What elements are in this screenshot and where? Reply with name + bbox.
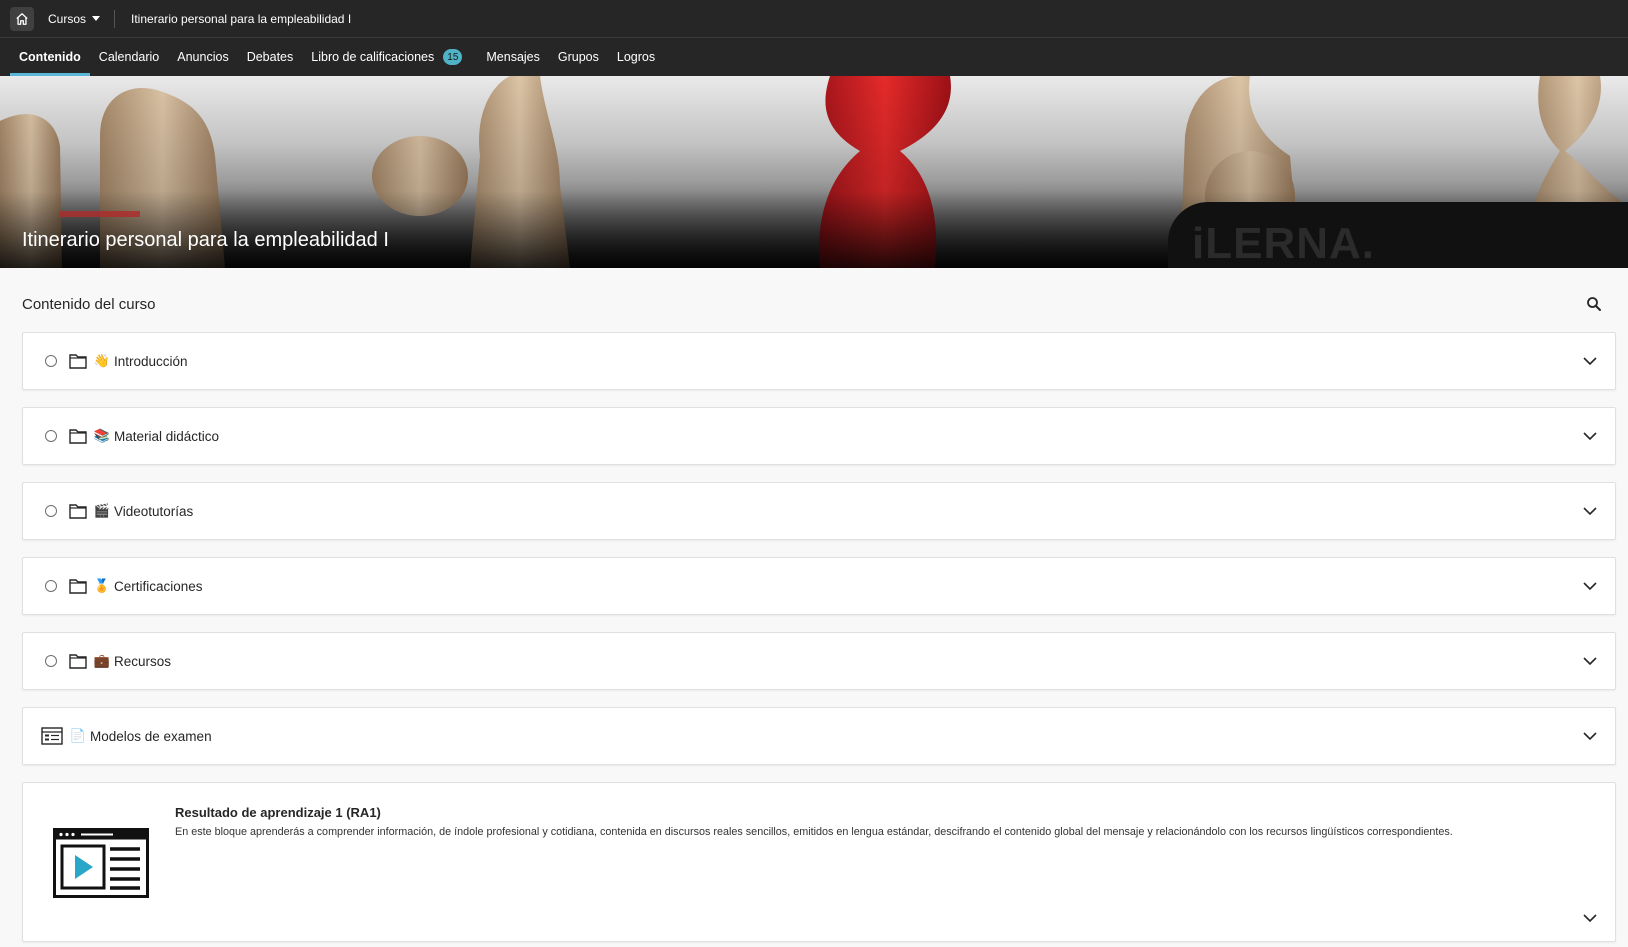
briefcase-icon: 💼 xyxy=(93,653,111,668)
folder-icon xyxy=(69,429,87,444)
content-item-videotutorias[interactable]: 🎬 Videotutorías xyxy=(22,482,1616,540)
chevron-down-icon[interactable] xyxy=(1583,656,1597,666)
content-item-certificaciones[interactable]: 🏅 Certificaciones xyxy=(22,557,1616,615)
page-icon: 📄 xyxy=(69,728,87,743)
progress-radio[interactable] xyxy=(45,505,57,517)
content-title: Contenido del curso xyxy=(22,295,156,313)
folder-icon xyxy=(69,354,87,369)
courses-menu[interactable]: Cursos xyxy=(48,11,101,26)
tab-logros[interactable]: Logros xyxy=(608,38,664,76)
books-icon: 📚 xyxy=(93,428,111,443)
tab-label: Calendario xyxy=(98,50,160,64)
brand-logo: iLERNA. xyxy=(1192,219,1375,268)
divider xyxy=(114,9,116,28)
tab-label: Mensajes xyxy=(486,50,540,64)
content-header: Contenido del curso xyxy=(22,292,1616,316)
courses-label: Cursos xyxy=(48,11,87,26)
course-nav: Contenido Calendario Anuncios Debates Li… xyxy=(0,38,1628,76)
item-title: Material didáctico xyxy=(114,428,220,444)
progress-radio[interactable] xyxy=(45,355,57,367)
folder-icon xyxy=(69,504,87,519)
course-content: Contenido del curso 👋 Introducción 📚 Mat… xyxy=(0,268,1628,942)
tab-label: Logros xyxy=(616,50,656,64)
folder-icon xyxy=(69,654,87,669)
grades-count-badge: 15 xyxy=(443,49,463,65)
content-item-introduccion[interactable]: 👋 Introducción xyxy=(22,332,1616,390)
home-button[interactable] xyxy=(10,6,34,31)
clapper-board-icon: 🎬 xyxy=(93,503,111,518)
folder-icon xyxy=(69,579,87,594)
tab-label: Libro de calificaciones xyxy=(311,50,435,64)
tab-libro-de-calificaciones[interactable]: Libro de calificaciones 15 xyxy=(302,38,471,76)
search-icon[interactable] xyxy=(1586,296,1602,312)
item-title: Videotutorías xyxy=(114,503,194,519)
tab-label: Anuncios xyxy=(177,50,229,64)
item-title: Certificaciones xyxy=(114,578,203,594)
content-item-recursos[interactable]: 💼 Recursos xyxy=(22,632,1616,690)
learning-result-title[interactable]: Resultado de aprendizaje 1 (RA1) xyxy=(175,805,381,820)
content-item-material-didactico[interactable]: 📚 Material didáctico xyxy=(22,407,1616,465)
chevron-down-icon[interactable] xyxy=(1583,581,1597,591)
progress-radio[interactable] xyxy=(45,655,57,667)
tab-debates[interactable]: Debates xyxy=(238,38,303,76)
learning-result-description: En este bloque aprenderás a comprender i… xyxy=(175,826,1453,838)
chevron-down-icon[interactable] xyxy=(1583,431,1597,441)
waving-hand-icon: 👋 xyxy=(93,353,111,368)
video-lesson-icon xyxy=(53,828,149,898)
tab-contenido[interactable]: Contenido xyxy=(10,38,90,76)
tab-label: Debates xyxy=(246,50,294,64)
tab-mensajes[interactable]: Mensajes xyxy=(477,38,549,76)
medal-icon: 🏅 xyxy=(93,578,111,593)
course-banner: iLERNA. Itinerario personal para la empl… xyxy=(0,76,1628,268)
home-icon xyxy=(16,12,28,25)
progress-radio[interactable] xyxy=(45,430,57,442)
chevron-down-icon[interactable] xyxy=(1583,914,1597,923)
breadcrumb-course[interactable]: Itinerario personal para la empleabilida… xyxy=(131,12,351,26)
tab-label: Grupos xyxy=(557,50,599,64)
tab-label: Contenido xyxy=(19,50,81,64)
chevron-down-icon[interactable] xyxy=(1583,506,1597,516)
item-title: Recursos xyxy=(114,653,172,669)
content-item-modelos-de-examen[interactable]: 📄 Modelos de examen xyxy=(22,707,1616,765)
tab-grupos[interactable]: Grupos xyxy=(549,38,608,76)
chevron-down-icon[interactable] xyxy=(1583,356,1597,366)
form-icon xyxy=(41,727,63,745)
item-title: Modelos de examen xyxy=(90,728,212,744)
chevron-down-icon[interactable] xyxy=(1583,731,1597,741)
item-title: Introducción xyxy=(114,353,188,369)
banner-title: Itinerario personal para la empleabilida… xyxy=(22,229,389,251)
learning-result-card[interactable]: Resultado de aprendizaje 1 (RA1) En este… xyxy=(22,782,1616,942)
tab-anuncios[interactable]: Anuncios xyxy=(168,38,237,76)
caret-down-icon xyxy=(92,16,101,21)
top-bar: Cursos Itinerario personal para la emple… xyxy=(0,0,1628,38)
tab-calendario[interactable]: Calendario xyxy=(90,38,168,76)
progress-radio[interactable] xyxy=(45,580,57,592)
